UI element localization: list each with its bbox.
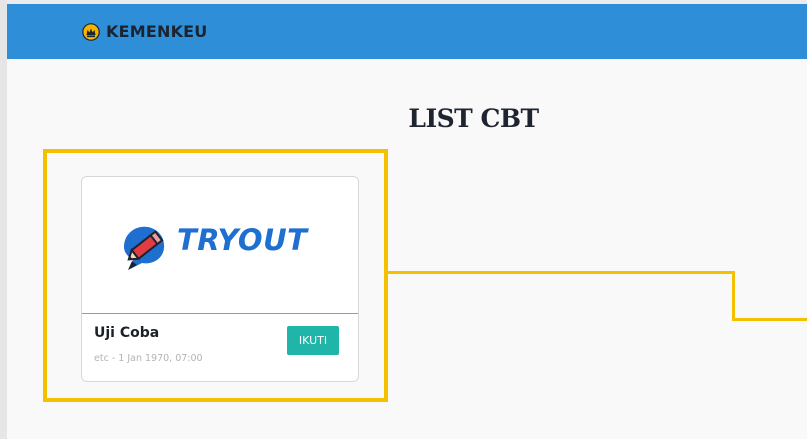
pencil-bubble-icon	[124, 226, 165, 270]
highlight-connector-line	[384, 271, 734, 274]
brand-link[interactable]: KEMENKEU	[82, 4, 208, 59]
page-left-edge	[0, 0, 7, 439]
highlight-connector-line	[732, 271, 735, 321]
brand-name: KEMENKEU	[106, 22, 208, 41]
cbt-card-meta: etc - 1 Jan 1970, 07:00	[94, 353, 203, 364]
kemenkeu-emblem-icon	[82, 22, 100, 41]
tryout-logo-text: TRYOUT	[177, 223, 308, 257]
cbt-card-title: Uji Coba	[94, 325, 160, 341]
cbt-card[interactable]: TRYOUT Uji Coba etc - 1 Jan 1970, 07:00 …	[81, 176, 359, 382]
top-navbar: KEMENKEU	[7, 4, 807, 59]
cbt-card-image: TRYOUT	[82, 177, 358, 314]
ikuti-button[interactable]: IKUTI	[287, 326, 339, 355]
highlight-connector-line	[732, 318, 807, 321]
page-title: LIST CBT	[408, 104, 539, 133]
